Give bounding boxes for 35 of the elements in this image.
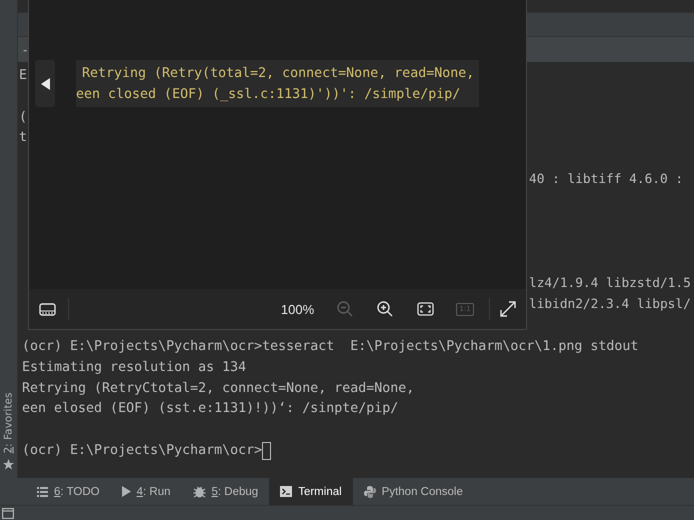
tool-window-tab[interactable]: 5: Debug: [182, 478, 270, 505]
terminal-text: lz4/1.9.4 libzstd/1.5: [529, 276, 691, 292]
favorites-tab[interactable]: 2: Favorites: [2, 392, 14, 454]
fit-screen-icon[interactable]: [416, 302, 434, 316]
text-cursor: [262, 442, 272, 460]
terminal-text: E: [19, 68, 28, 83]
image-text: Retrying (Retry(total=2, connect=None, read=None,: [82, 64, 476, 82]
terminal-line: een elosed (EOF) (sst.e:1131)!))‘: /sinpte/pip/: [22, 401, 398, 416]
bug-icon: [192, 485, 206, 498]
tool-window-tab[interactable]: Python Console: [352, 478, 474, 505]
list-icon: [37, 486, 48, 496]
previous-button[interactable]: [35, 60, 55, 107]
tool-window-tab[interactable]: 4: Run: [110, 478, 182, 505]
zoom-in-icon[interactable]: [377, 301, 393, 317]
terminal-text: 40 : libtiff 4.6.0 :: [529, 172, 684, 188]
tool-window-tab[interactable]: Terminal: [269, 478, 353, 505]
image-text: een closed (EOF) (_ssl.c:1131)'))': /simple/pip/: [76, 86, 462, 104]
python-icon: [364, 486, 376, 498]
zoom-level: 100%: [280, 302, 316, 316]
keyboard-icon[interactable]: [39, 302, 56, 316]
terminal-line: Retrying (RetryCtotal=2, connect=None, read=None,: [22, 380, 414, 396]
terminal-text: (: [19, 110, 28, 125]
expand-icon[interactable]: [500, 301, 516, 317]
terminal-line: (ocr) E:\Projects\Pycharm\ocr>tesseract E:\Projects\Pycharm\ocr\1.png stdout: [22, 338, 638, 354]
star-icon: [3, 459, 14, 470]
play-icon: [122, 486, 131, 497]
tab-text: -: [23, 42, 28, 56]
terminal-text: libidn2/2.3.4 libpsl/: [529, 297, 691, 312]
panel-toggle-icon[interactable]: [2, 508, 14, 518]
terminal-icon: [280, 486, 292, 497]
terminal-text: t: [19, 130, 28, 146]
left-triangle-icon: [40, 78, 50, 90]
terminal-line: Estimating resolution as 134: [22, 360, 246, 375]
terminal-prompt: (ocr) E:\Projects\Pycharm\ocr>: [22, 443, 262, 458]
tool-window-tab[interactable]: 6: TODO: [26, 478, 111, 505]
